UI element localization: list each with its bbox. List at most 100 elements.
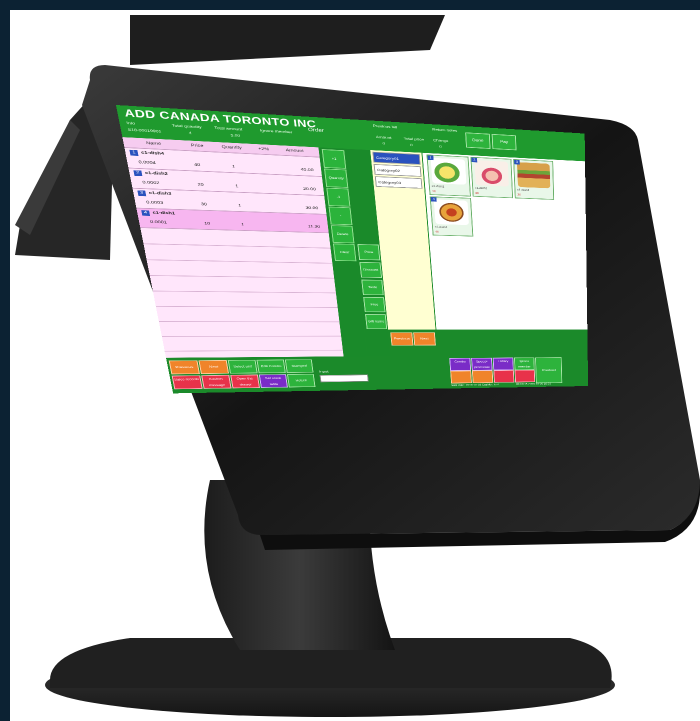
order-list: Name Price Quantity +2% Amount 1 c1-dish…	[122, 137, 344, 358]
previous-button[interactable]: Previous	[168, 360, 200, 375]
product-price: 10	[432, 189, 436, 193]
item-price: 10	[203, 221, 211, 227]
sales-records-button[interactable]: Sales records	[171, 375, 203, 390]
header-value: 4	[188, 130, 192, 136]
category-previous-button[interactable]: Previous	[390, 332, 414, 346]
product-tile[interactable]: 3 c1-dish3 30	[513, 159, 555, 200]
product-name: c1-dish1	[431, 184, 445, 189]
bill-number: S18-00019901	[127, 127, 162, 134]
item-price: 30	[200, 202, 208, 207]
product-tile[interactable]: 1 c1-dish1 10	[426, 154, 471, 197]
lottery-button[interactable]: Lottery	[492, 357, 514, 371]
orange-button[interactable]	[471, 370, 494, 384]
input-label: Input	[318, 369, 329, 374]
checkout-button[interactable]: Checkout	[535, 357, 563, 384]
column-header: Quantity	[221, 144, 243, 151]
category-item[interactable]: Category03	[374, 176, 423, 189]
plus-one-button[interactable]: +1	[321, 149, 347, 169]
pos-screen: ADD CANADA TORONTO INC Info S18-00019901…	[116, 105, 589, 394]
item-amount: 11.30	[307, 224, 321, 230]
item-price: 40	[193, 162, 201, 168]
item-name: c1-dish2	[144, 170, 169, 177]
product-price: 40	[435, 230, 439, 234]
clear-button[interactable]: Clear	[332, 243, 357, 262]
empty-row	[161, 336, 343, 352]
item-code: 0.0004	[138, 159, 157, 166]
status-sale-date: Sale date: 2019-10-03 Cashier: test	[451, 383, 499, 387]
header-label: Previous bill	[372, 123, 398, 130]
red-button[interactable]	[514, 369, 536, 383]
column-header: Name	[145, 140, 162, 147]
stamped-button[interactable]: Stamped	[284, 359, 314, 373]
category-item[interactable]: Category01	[372, 151, 421, 165]
item-name: c1-dish4	[140, 150, 165, 157]
category-next-button[interactable]: Next	[413, 332, 436, 346]
empty-row	[158, 321, 342, 337]
red-button[interactable]	[493, 370, 515, 383]
select-unit-button[interactable]: Select unit	[227, 359, 258, 374]
minus-button[interactable]: -	[328, 206, 353, 226]
product-grid: 1 c1-dish1 10 2 c1-dish2 20 3 c1-dish3 3…	[422, 152, 588, 330]
product-name: c1-dish2	[474, 186, 488, 190]
row-number: 2	[133, 170, 143, 177]
done-button[interactable]: Done	[465, 132, 491, 149]
row-number: 4	[141, 210, 151, 216]
pizza-image	[433, 199, 469, 226]
free-button[interactable]: Free	[363, 297, 386, 313]
item-name: c1-dish3	[148, 190, 172, 197]
status-clock: 00:00:15 2019-10-05 10:31	[516, 382, 552, 386]
header-value: 0	[410, 142, 413, 147]
input-field[interactable]	[319, 374, 369, 383]
header-label: Total quantity	[171, 123, 202, 130]
product-price: 30	[517, 193, 522, 197]
ignore-member-button[interactable]: Ignore member	[514, 357, 535, 371]
header-label: Total price	[403, 136, 425, 142]
item-amount: 30.00	[305, 205, 319, 211]
burger-image	[516, 162, 551, 189]
item-amount: 20.00	[302, 186, 317, 192]
order-label[interactable]: Order	[308, 128, 325, 134]
orange-button[interactable]	[450, 370, 472, 384]
column-header: Amount	[285, 148, 305, 154]
taste-button[interactable]: Taste	[361, 279, 384, 296]
item-code: 0.0001	[149, 219, 168, 225]
item-qty: 1	[231, 164, 236, 170]
gift-name-button[interactable]: Gift name	[365, 314, 388, 330]
photo-background: ADD CANADA TORONTO INC Info S18-00019901…	[0, 0, 700, 721]
header-label: Amount	[375, 134, 392, 140]
header-value: 5.00	[230, 133, 241, 138]
price-button[interactable]: Price	[357, 244, 381, 261]
kitchen-message-button[interactable]: Kitchen message	[201, 374, 232, 389]
header-label: Total amount	[213, 125, 243, 132]
edit-combo-button[interactable]: Edit Combo	[256, 359, 286, 374]
product-tile[interactable]: 4 c1-dish4 40	[429, 196, 474, 237]
row-number: 3	[137, 190, 147, 197]
discount-button[interactable]: Discount	[359, 262, 383, 278]
row-number: 1	[129, 149, 139, 156]
header-label: Info	[125, 120, 136, 126]
pay-button[interactable]: Pay	[491, 133, 517, 151]
special-promotion-button[interactable]: Special promotion	[471, 357, 493, 371]
item-price: 20	[197, 182, 205, 188]
set-stock-table-button[interactable]: Set stock table	[258, 374, 288, 388]
product-tag: 1	[427, 155, 434, 161]
delete-button[interactable]: Delete	[330, 225, 355, 244]
next-button[interactable]: Next	[198, 360, 230, 374]
open-drawer-button[interactable]: Open the drawer	[230, 374, 260, 389]
quantity-button[interactable]: Quantity	[324, 168, 349, 188]
empty-row	[155, 306, 340, 323]
product-tag: 2	[471, 157, 478, 163]
item-amount: 40.00	[300, 167, 314, 173]
empty-row	[152, 291, 338, 308]
category-item[interactable]: Category02	[373, 164, 422, 177]
minus-one-button[interactable]: -1	[326, 187, 351, 207]
item-qty: 1	[234, 184, 239, 189]
item-code: 0.0002	[142, 180, 161, 186]
item-name: c1-dish1	[152, 210, 176, 216]
return-button[interactable]: Return	[286, 373, 316, 388]
header-label: Change	[432, 138, 449, 143]
product-tag: 3	[514, 159, 520, 165]
column-header: Price	[190, 143, 204, 149]
combo-button[interactable]: Combo	[449, 357, 472, 371]
product-tile[interactable]: 2 c1-dish2 20	[470, 156, 514, 199]
